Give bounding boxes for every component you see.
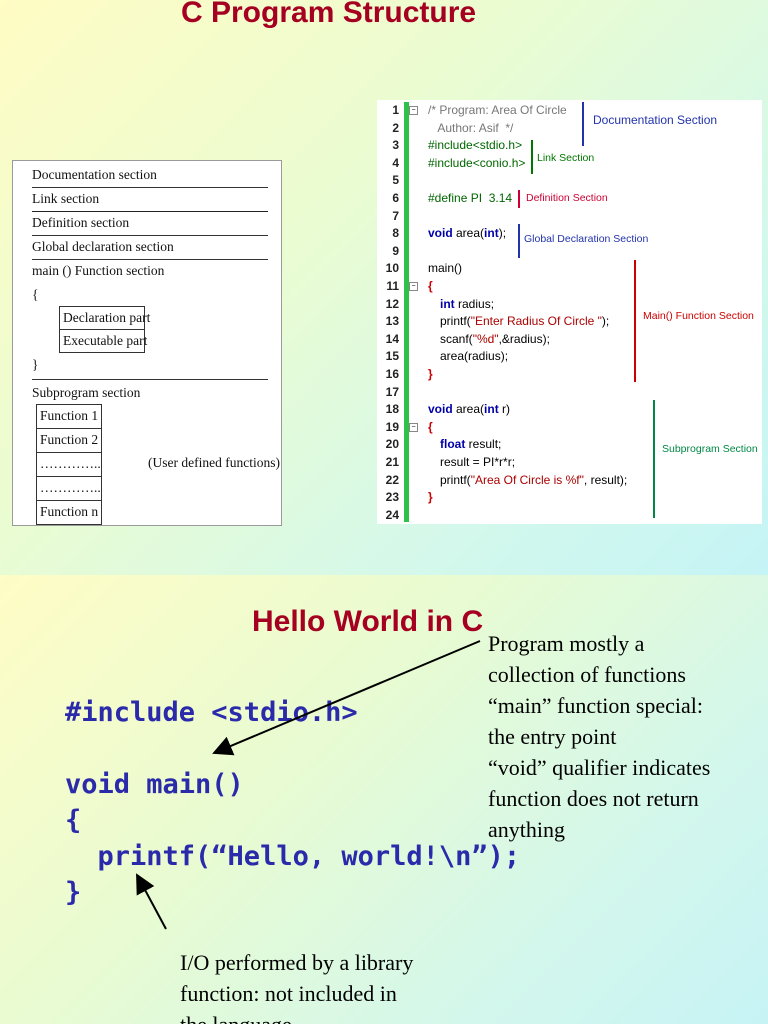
code-line: #include<stdio.h> (428, 138, 523, 153)
line-number: 15 (385, 349, 399, 364)
definition-section-label: Definition Section (526, 192, 608, 204)
subprogram-section-label: Subprogram section (32, 385, 141, 400)
line-number: 19 (385, 419, 399, 434)
line-number: 5 (392, 173, 399, 188)
code-line: } (428, 490, 433, 505)
code-line: #include<conio.h> (428, 155, 526, 170)
arrow-to-printf (136, 873, 167, 930)
definition-section-row: Definition section (32, 211, 268, 236)
line-number: 1 (392, 103, 399, 117)
line-number: 6 (392, 191, 399, 205)
documentation-section-row: Documentation section (32, 163, 268, 188)
code-line: printf("Enter Radius Of Circle "); (440, 314, 610, 329)
user-defined-functions-label: (User defined functions) (148, 455, 280, 470)
line-number: 11 (386, 279, 399, 293)
code-line: } (428, 367, 433, 381)
code-line: float result; (440, 437, 502, 452)
code-line: { (428, 279, 433, 293)
slide-program-structure: C Program Structure Documentation sectio… (0, 0, 768, 575)
documentation-bracket (582, 102, 584, 146)
link-section-row: Link section (32, 187, 268, 212)
fold-marker-icon: − (409, 106, 418, 115)
global-declaration-label: Global Declaration Section (524, 233, 649, 245)
function-n-box: Function n (36, 500, 102, 525)
function-ellipsis-box: ………….. (36, 476, 102, 501)
line-number: 18 (385, 402, 399, 417)
code-line: void area(int); (428, 226, 507, 241)
link-section-label: Link Section (537, 152, 595, 164)
code-line: result = PI*r*r; (440, 455, 516, 469)
line-number: 22 (385, 472, 399, 487)
open-brace: { (32, 287, 39, 302)
documentation-section-label: Documentation Section (593, 113, 718, 127)
gutter-bar (404, 102, 409, 522)
line-number: 7 (392, 208, 399, 223)
code-line: main() (428, 261, 463, 276)
global-bracket (518, 224, 520, 258)
link-bracket (531, 140, 533, 174)
line-number: 4 (392, 155, 399, 170)
line-number: 14 (385, 331, 399, 346)
annotation-arrows (136, 640, 481, 930)
executable-part-box: Executable part (59, 329, 147, 353)
definition-bracket (518, 190, 520, 208)
subprogram-divider (32, 379, 268, 380)
fold-marker-icon: − (409, 282, 418, 291)
code-line: { (428, 419, 433, 434)
line-number: 10 (385, 261, 399, 276)
code-line: /* Program: Area Of Circle (428, 103, 567, 117)
code-line: scanf("%d",&radius); (440, 331, 550, 346)
line-number: 13 (385, 314, 399, 329)
code-line: void area(int r) (428, 402, 511, 417)
subprogram-section-label: Subprogram Section (662, 443, 758, 455)
fold-marker-icon: − (409, 423, 418, 432)
line-number: 8 (392, 226, 399, 241)
main-function-label: main () Function section (32, 263, 165, 278)
main-function-section-label: Main() Function Section (643, 310, 754, 322)
line-number: 3 (392, 138, 399, 153)
line-number: 17 (385, 384, 399, 399)
code-line: Author: Asif */ (428, 120, 514, 135)
slide-title: C Program Structure (181, 0, 477, 29)
line-number: 16 (385, 367, 399, 381)
line-number: 9 (392, 243, 399, 258)
line-number: 24 (385, 507, 399, 522)
line-number: 23 (385, 490, 399, 505)
close-brace: } (32, 357, 39, 372)
line-number: 20 (385, 437, 399, 452)
arrow-to-main (212, 640, 481, 756)
line-number: 21 (385, 455, 399, 469)
function-1-box: Function 1 (36, 404, 102, 429)
code-line: int radius; (440, 296, 495, 311)
program-structure-diagram: Documentation section Link section Defin… (12, 160, 282, 526)
subprogram-bracket (653, 400, 655, 518)
code-line: printf("Area Of Circle is %f", result); (440, 472, 628, 487)
slide-hello-world: Hello World in C #include <stdio.h> void… (0, 575, 768, 1024)
line-number: 2 (392, 120, 399, 135)
declaration-part-box: Declaration part (59, 306, 150, 330)
annotated-code-image: − − − 1 2 3 4 5 6 7 8 9 10 11 12 13 14 1… (377, 100, 762, 524)
function-2-box: Function 2 (36, 428, 102, 453)
code-line: area(radius); (440, 349, 509, 364)
function-ellipsis-box: ………….. (36, 452, 102, 477)
main-bracket (634, 260, 636, 382)
line-number: 12 (385, 296, 399, 311)
code-line: #define PI 3.14 (428, 191, 513, 205)
global-declaration-row: Global declaration section (32, 235, 268, 260)
